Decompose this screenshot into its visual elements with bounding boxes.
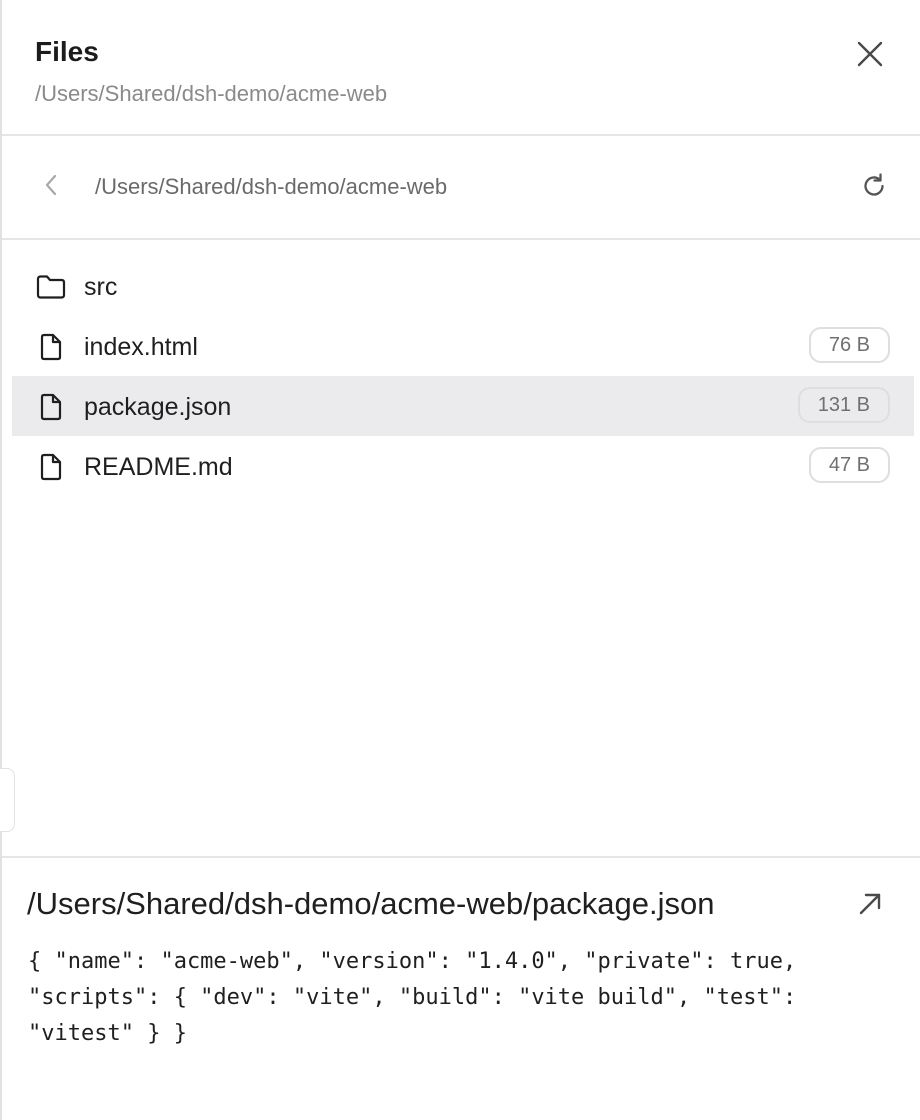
file-name: src bbox=[84, 273, 118, 301]
close-icon bbox=[855, 39, 885, 74]
file-icon bbox=[36, 392, 66, 422]
chevron-left-icon bbox=[44, 173, 58, 202]
file-name: package.json bbox=[84, 393, 232, 421]
back-button[interactable] bbox=[36, 170, 66, 204]
file-icon bbox=[36, 452, 66, 482]
file-row-index-html[interactable]: index.html 76 B bbox=[12, 316, 914, 376]
refresh-button[interactable] bbox=[856, 170, 892, 206]
file-name: README.md bbox=[84, 453, 233, 481]
panel-subtitle: /Users/Shared/dsh-demo/acme-web bbox=[35, 81, 388, 106]
file-icon bbox=[36, 332, 66, 362]
file-row-src[interactable]: src bbox=[12, 256, 914, 316]
refresh-icon bbox=[860, 172, 888, 205]
close-button[interactable] bbox=[850, 36, 890, 76]
file-list: src index.html 76 B package.json 131 B R… bbox=[12, 256, 914, 496]
file-size-badge: 47 B bbox=[808, 447, 890, 483]
preview-file-content: { "name": "acme-web", "version": "1.4.0"… bbox=[28, 949, 797, 1046]
file-size-badge: 76 B bbox=[808, 327, 890, 363]
file-row-package-json[interactable]: package.json 131 B bbox=[12, 376, 914, 436]
file-preview: /Users/Shared/dsh-demo/acme-web/package.… bbox=[2, 856, 920, 1120]
preview-file-path: /Users/Shared/dsh-demo/acme-web/package.… bbox=[27, 886, 715, 921]
open-external-button[interactable] bbox=[852, 888, 888, 924]
file-name: index.html bbox=[84, 333, 198, 361]
panel-title: Files bbox=[35, 36, 99, 67]
current-path: /Users/Shared/dsh-demo/acme-web bbox=[95, 174, 448, 199]
folder-icon bbox=[36, 272, 66, 302]
navigation-bar: /Users/Shared/dsh-demo/acme-web bbox=[2, 136, 920, 240]
file-row-readme-md[interactable]: README.md 47 B bbox=[12, 436, 914, 496]
side-resize-handle[interactable] bbox=[0, 768, 15, 832]
files-panel: Files /Users/Shared/dsh-demo/acme-web /U… bbox=[0, 0, 920, 1120]
file-size-badge: 131 B bbox=[797, 387, 890, 423]
arrow-up-right-icon bbox=[857, 891, 883, 922]
panel-header: Files /Users/Shared/dsh-demo/acme-web bbox=[2, 0, 920, 136]
